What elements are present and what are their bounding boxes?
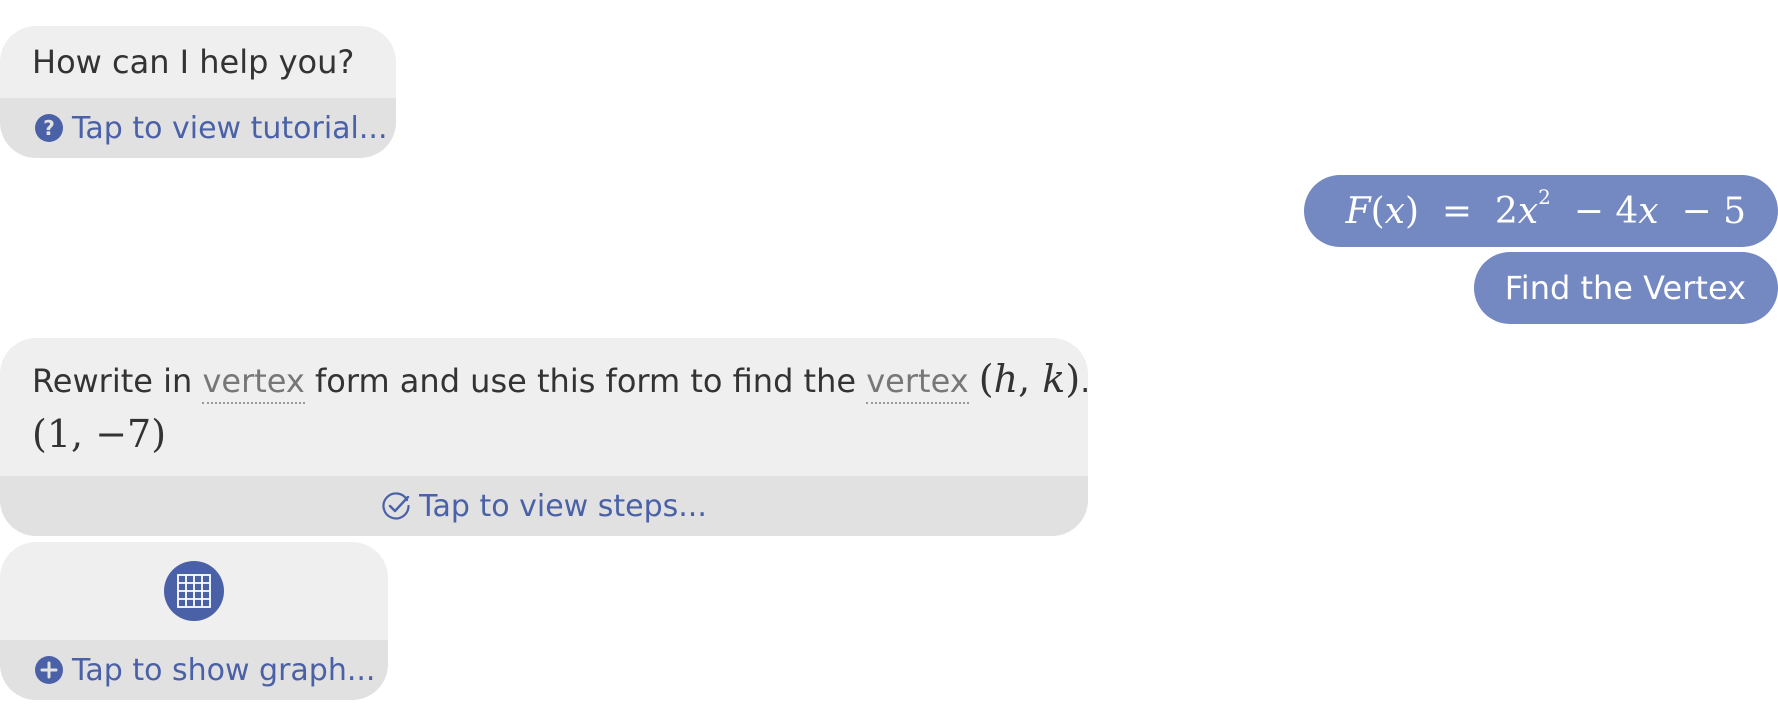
eq-var-x: x bbox=[1517, 190, 1539, 232]
tutorial-link[interactable]: ? Tap to view tutorial... bbox=[0, 98, 396, 158]
eq-var-x2: x bbox=[1638, 190, 1659, 232]
check-circle-icon bbox=[381, 491, 411, 521]
result-y: −7 bbox=[95, 412, 152, 456]
tutorial-link-label: Tap to view tutorial... bbox=[72, 110, 388, 146]
answer-text-1: Rewrite in bbox=[32, 362, 203, 400]
eq-const: − 5 bbox=[1681, 190, 1746, 232]
graph-message: Tap to show graph... bbox=[0, 542, 388, 700]
greeting-text: How can I help you? bbox=[32, 43, 355, 81]
vertex-k: k bbox=[1042, 357, 1066, 401]
eq-exponent: 2 bbox=[1538, 184, 1551, 209]
answer-body: Rewrite in vertex form and use this form… bbox=[0, 338, 1088, 476]
greeting-message: How can I help you? ? Tap to view tutori… bbox=[0, 26, 396, 158]
show-graph-label: Tap to show graph... bbox=[72, 652, 376, 688]
eq-term-b: − 4 bbox=[1573, 190, 1639, 232]
answer-text-2: form and use this form to find the bbox=[304, 362, 867, 400]
grid-graph-icon[interactable] bbox=[163, 560, 225, 622]
chat-view: How can I help you? ? Tap to view tutori… bbox=[0, 0, 1778, 704]
vertex-term-link[interactable]: vertex bbox=[202, 362, 305, 404]
eq-fn-var: x bbox=[1384, 190, 1405, 232]
vertex-notation: (h, k) bbox=[978, 357, 1081, 401]
eq-fn-name: F bbox=[1345, 190, 1371, 232]
find-vertex-message[interactable]: Find the Vertex bbox=[1474, 252, 1778, 324]
vertex-term-link-2[interactable]: vertex bbox=[866, 362, 969, 404]
vertex-h: h bbox=[993, 357, 1019, 401]
result-x: 1 bbox=[46, 412, 72, 456]
equation-text: F(x) = 2x2 − 4x − 5 bbox=[1345, 184, 1746, 232]
answer-instruction: Rewrite in vertex form and use this form… bbox=[32, 352, 1088, 406]
answer-result: (1, −7) bbox=[32, 412, 167, 456]
view-steps-label: Tap to view steps... bbox=[419, 488, 707, 524]
question-circle-icon: ? bbox=[34, 113, 64, 143]
answer-period: . bbox=[1080, 362, 1088, 400]
eq-coef-a: 2 bbox=[1494, 190, 1518, 232]
user-equation-message[interactable]: F(x) = 2x2 − 4x − 5 bbox=[1304, 175, 1778, 247]
svg-text:?: ? bbox=[43, 116, 55, 140]
plus-circle-icon bbox=[34, 655, 64, 685]
show-graph-link[interactable]: Tap to show graph... bbox=[0, 640, 388, 700]
view-steps-link[interactable]: Tap to view steps... bbox=[0, 476, 1088, 536]
answer-message: Rewrite in vertex form and use this form… bbox=[0, 338, 1088, 536]
graph-icon-area bbox=[0, 542, 388, 640]
